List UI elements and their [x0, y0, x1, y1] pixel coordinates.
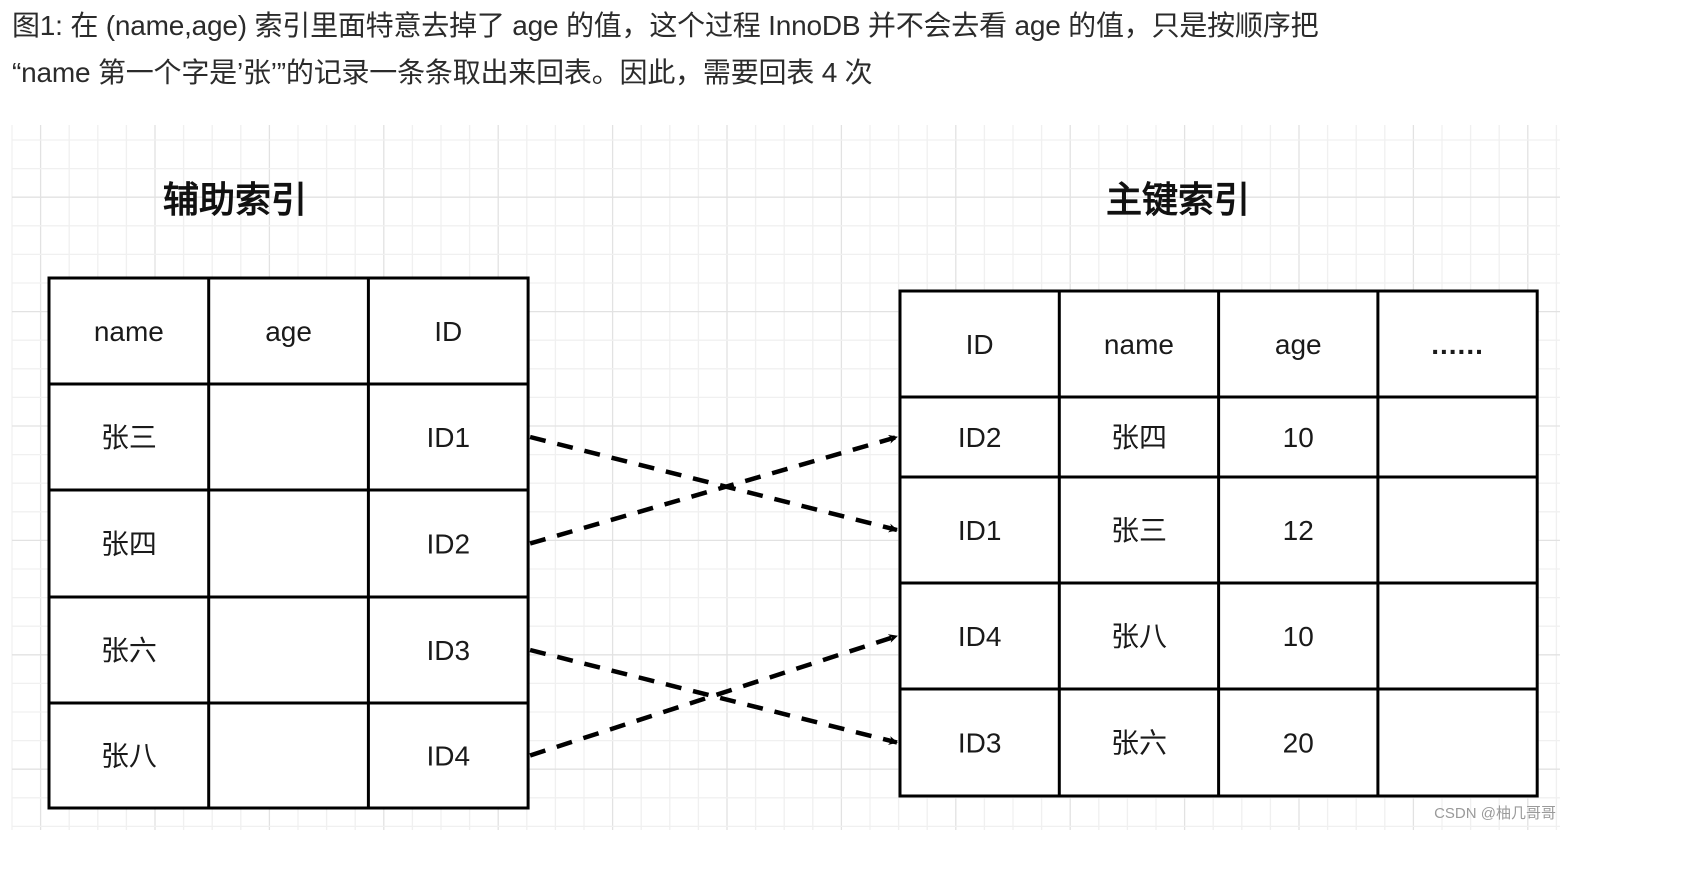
primary-index-cell: 20	[1283, 728, 1314, 759]
secondary-index-cell: 张四	[101, 529, 157, 560]
primary-index-header-cell: ......	[1431, 329, 1484, 360]
primary-index-header-cell: name	[1104, 329, 1174, 360]
secondary-index-cell: ID3	[426, 635, 470, 666]
primary-index-table: ID name age ...... ID2 张四 10 ID1 张三 12 ID4 张八 10 ID3 张…	[898, 289, 1539, 798]
primary-index-cell: ID2	[958, 422, 1002, 453]
primary-index-header-cell: ID	[966, 329, 994, 360]
secondary-index-header-cell: name	[94, 316, 164, 347]
secondary-index-header-cell: age	[265, 316, 312, 347]
primary-index-cell: 10	[1283, 422, 1314, 453]
secondary-index-table: name age ID 张三 ID1 张四 ID2 张六 ID3 张八 ID4	[47, 276, 530, 810]
secondary-index-header-cell: ID	[434, 316, 462, 347]
primary-index-cell: ID1	[958, 515, 1002, 546]
secondary-index-cell: ID4	[426, 741, 470, 772]
primary-index-cell: ID4	[958, 621, 1002, 652]
primary-index-cell: ID3	[958, 728, 1002, 759]
primary-index-title: 主键索引	[1106, 179, 1250, 220]
secondary-index-cell: ID1	[426, 422, 470, 453]
secondary-index-title: 辅助索引	[163, 179, 307, 220]
secondary-index-cell: 张三	[101, 422, 157, 453]
primary-index-cell: 张四	[1111, 422, 1167, 453]
index-lookup-diagram: 辅助索引 主键索引 name age ID张三 ID1张四 ID2张六 ID3张八 ID4 …	[11, 125, 1560, 830]
primary-index-cell: 张三	[1111, 515, 1167, 546]
primary-index-header-cell: age	[1275, 329, 1322, 360]
secondary-index-cell: ID2	[426, 529, 470, 560]
primary-index-cell: 张八	[1111, 621, 1167, 652]
secondary-index-cell: 张八	[101, 741, 157, 772]
primary-index-cell: 12	[1283, 515, 1314, 546]
watermark: CSDN @柚几哥哥	[1434, 805, 1556, 822]
primary-index-cell: 10	[1283, 621, 1314, 652]
primary-index-cell: 张六	[1111, 728, 1167, 759]
secondary-index-cell: 张六	[101, 635, 157, 666]
